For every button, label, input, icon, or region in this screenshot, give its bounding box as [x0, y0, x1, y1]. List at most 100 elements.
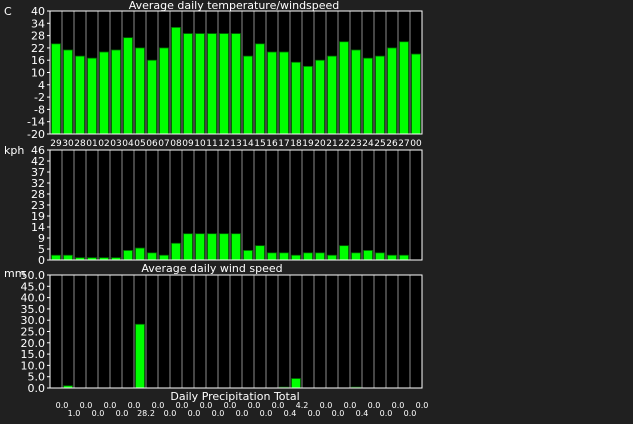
value-label: 0.0	[344, 401, 357, 410]
weather-charts: 4034282216104-2-8-14-20C Average daily te…	[4, 0, 429, 418]
data-bar	[387, 47, 397, 135]
data-bar	[195, 233, 205, 261]
y-axis-label: kph	[4, 144, 24, 157]
y-axis-label: mm	[4, 267, 25, 280]
value-label: 4.2	[296, 401, 309, 410]
data-bar	[99, 51, 109, 135]
chart-title: Average daily wind speed	[141, 262, 282, 275]
data-bar	[387, 254, 397, 261]
data-bar	[63, 49, 73, 135]
value-label: 0.0	[104, 401, 117, 410]
x-tick-label: 00	[410, 139, 422, 149]
data-bar	[291, 378, 301, 389]
data-bar	[219, 33, 229, 135]
x-tick-label: 24	[362, 139, 374, 149]
data-bar	[411, 53, 421, 135]
y-tick-label: 0	[38, 254, 45, 267]
y-tick-label: -2	[34, 91, 45, 104]
value-label: 0.0	[212, 409, 225, 418]
value-label: 0.0	[80, 401, 93, 410]
x-tick-label: 29	[50, 139, 62, 149]
y-tick-label: 4	[38, 79, 45, 92]
data-bar	[351, 252, 361, 261]
data-bar	[375, 252, 385, 261]
data-bar	[183, 233, 193, 261]
data-bar	[327, 55, 337, 135]
x-tick-label: 15	[254, 139, 265, 149]
value-label: 0.0	[56, 401, 69, 410]
data-bar	[315, 252, 325, 261]
x-tick-label: 30	[62, 139, 74, 149]
x-tick-label: 12	[218, 139, 229, 149]
data-bar	[327, 254, 337, 261]
x-tick-label: 13	[230, 139, 241, 149]
x-tick-label: 20	[314, 139, 326, 149]
x-tick-label: 18	[290, 139, 302, 149]
value-label: 0.0	[368, 401, 381, 410]
y-tick-label: -14	[27, 116, 45, 129]
value-label: 0.0	[272, 401, 285, 410]
x-tick-label: 16	[266, 139, 278, 149]
x-tick-label: 04	[122, 139, 134, 149]
x-tick-label: 25	[374, 139, 385, 149]
data-bar	[279, 51, 289, 135]
data-bar	[291, 254, 301, 261]
value-label: 1.0	[68, 409, 81, 418]
x-tick-label: 22	[338, 139, 349, 149]
data-bar	[135, 47, 145, 135]
data-bar	[171, 242, 181, 261]
x-tick-label: 02	[98, 139, 109, 149]
data-bar	[267, 51, 277, 135]
y-tick-label: 10	[31, 67, 45, 80]
data-bar	[87, 57, 97, 135]
value-label: 0.0	[164, 409, 177, 418]
value-label: 0.0	[152, 401, 165, 410]
data-bar	[219, 233, 229, 261]
value-label: 0.0	[332, 409, 345, 418]
value-label: 0.0	[224, 401, 237, 410]
y-tick-label: 28	[31, 30, 45, 43]
data-bar	[255, 43, 265, 135]
value-label: 0.0	[416, 401, 429, 410]
data-bar	[171, 26, 181, 135]
data-bar	[339, 41, 349, 135]
x-tick-label: 23	[350, 139, 361, 149]
data-bar	[183, 33, 193, 135]
x-tick-label: 17	[278, 139, 289, 149]
data-bar	[267, 252, 277, 261]
data-bar	[123, 250, 133, 261]
value-label: 0.0	[176, 401, 189, 410]
value-label: 0.0	[92, 409, 105, 418]
value-label: 0.0	[404, 409, 417, 418]
value-label: 0.0	[248, 401, 261, 410]
value-label: 0.0	[392, 401, 405, 410]
value-label: 0.0	[200, 401, 213, 410]
x-tick-label: 11	[206, 139, 217, 149]
data-bar	[147, 252, 157, 261]
data-bar	[75, 55, 85, 135]
y-tick-label: 34	[31, 17, 45, 30]
value-label: 0.0	[188, 409, 201, 418]
value-label: 28.2	[137, 409, 155, 418]
data-bar	[195, 33, 205, 135]
x-tick-label: 09	[182, 139, 194, 149]
value-label: 0.4	[356, 409, 369, 418]
data-bar	[303, 65, 313, 135]
x-tick-label: 10	[194, 139, 206, 149]
data-bar	[231, 233, 241, 261]
data-bar	[51, 254, 61, 261]
x-tick-label: 07	[158, 139, 169, 149]
data-bar	[243, 55, 253, 135]
value-label: 0.0	[260, 409, 273, 418]
value-label: 0.0	[320, 401, 333, 410]
x-tick-label: 03	[110, 139, 121, 149]
data-bar	[207, 33, 217, 135]
data-bar	[231, 33, 241, 135]
value-label: 0.0	[116, 409, 129, 418]
data-bar	[291, 61, 301, 135]
data-bar	[399, 254, 409, 261]
data-bar	[255, 245, 265, 261]
x-tick-label: 08	[170, 139, 182, 149]
temperature-chart: 4034282216104-2-8-14-20C Average daily te…	[4, 0, 423, 149]
data-bar	[135, 323, 145, 389]
